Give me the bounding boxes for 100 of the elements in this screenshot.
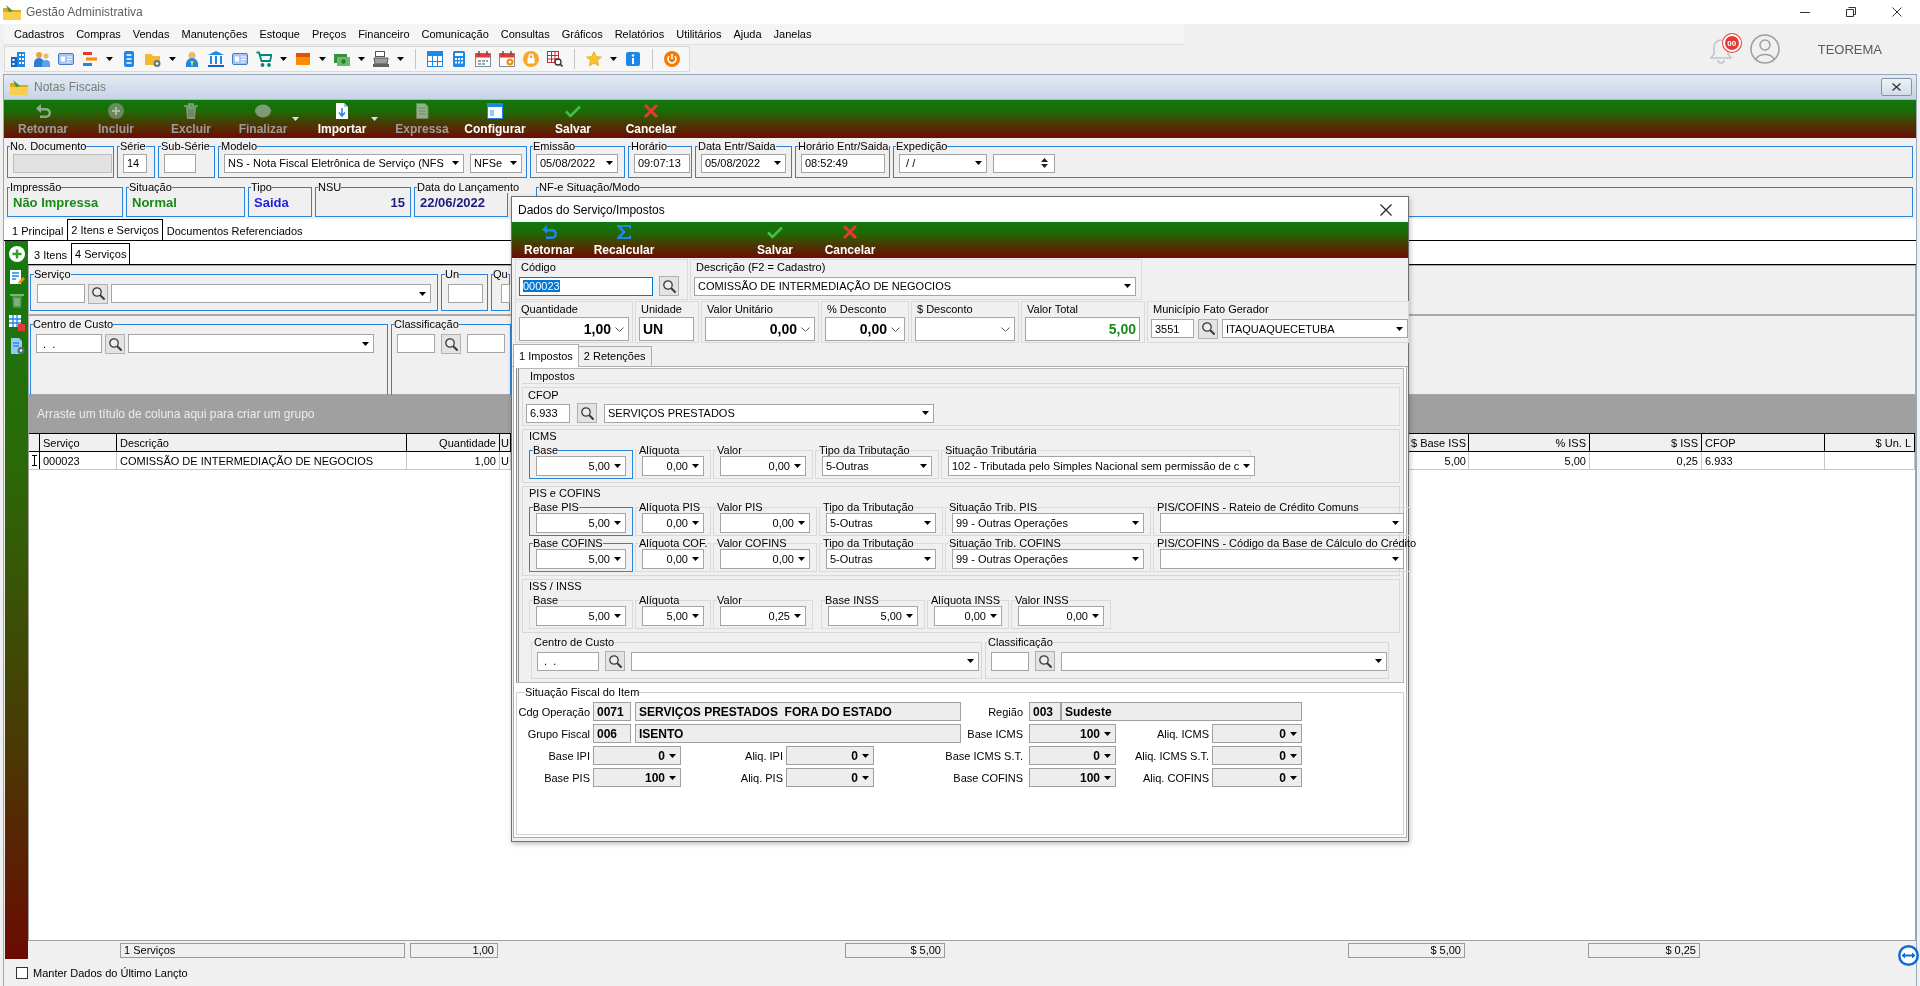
- user-icon[interactable]: [1749, 34, 1780, 64]
- spreadsheet-icon[interactable]: [427, 51, 443, 67]
- tab[interactable]: 2 Itens e Serviços: [67, 219, 163, 240]
- table-search-icon[interactable]: [547, 51, 563, 67]
- caret-icon[interactable]: [397, 57, 404, 61]
- cash-register-icon[interactable]: [373, 51, 389, 67]
- document-gear-icon[interactable]: [8, 338, 25, 354]
- menu-item[interactable]: Ajuda: [727, 28, 768, 40]
- dropdown-field[interactable]: ITAQUAQUECETUBA: [1222, 319, 1408, 338]
- dropdown-field[interactable]: 0,00: [1018, 605, 1104, 626]
- dropdown-field[interactable]: 5,00: [536, 605, 626, 626]
- cart-icon[interactable]: [256, 51, 272, 67]
- dropdown-field[interactable]: 0: [1212, 746, 1302, 765]
- dropdown-field[interactable]: [1160, 548, 1404, 569]
- input-field[interactable]: [501, 284, 510, 303]
- caret-icon[interactable]: [319, 57, 326, 61]
- checkbox[interactable]: [16, 967, 28, 979]
- calendar-gear-icon[interactable]: [499, 51, 515, 67]
- menu-item[interactable]: Consultas: [494, 28, 556, 40]
- caret-icon[interactable]: [280, 57, 287, 61]
- calendar-icon[interactable]: [475, 51, 491, 67]
- menu-item[interactable]: Janelas: [767, 28, 818, 40]
- input-field[interactable]: 3551: [1151, 319, 1194, 338]
- input-field[interactable]: [37, 284, 85, 303]
- dropdown-field[interactable]: 5-Outras: [822, 455, 932, 476]
- dropdown-field[interactable]: COMISSÃO DE INTERMEDIAÇÃO DE NEGOCIOS: [694, 276, 1136, 296]
- column-header[interactable]: CFOP: [1702, 434, 1825, 451]
- caret-icon[interactable]: [106, 57, 113, 61]
- dropdown-field[interactable]: 100: [593, 768, 681, 787]
- dropdown-field[interactable]: [128, 334, 374, 353]
- caret-icon[interactable]: [169, 57, 176, 61]
- dropdown-field[interactable]: 100: [1029, 768, 1116, 787]
- search-button[interactable]: [605, 651, 625, 671]
- id-card-icon[interactable]: [232, 51, 248, 67]
- input-field[interactable]: [397, 334, 435, 353]
- dropdown-field[interactable]: [1160, 512, 1404, 533]
- input-field[interactable]: UN: [639, 317, 694, 341]
- menu-item[interactable]: Manutenções: [175, 28, 254, 40]
- menu-item[interactable]: Estoque: [253, 28, 306, 40]
- menu-item[interactable]: Vendas: [126, 28, 176, 40]
- toolbar-button[interactable]: Salvar: [533, 100, 613, 138]
- person-icon[interactable]: [184, 51, 200, 67]
- input-field[interactable]: [991, 651, 1029, 671]
- column-header[interactable]: % ISS: [1469, 434, 1590, 451]
- input-field[interactable]: 6.933: [526, 403, 570, 423]
- column-header[interactable]: $ Un. L: [1825, 434, 1915, 451]
- trash-icon[interactable]: [8, 292, 25, 308]
- menu-item[interactable]: Financeiro: [352, 28, 416, 40]
- dropdown-field[interactable]: 99 - Outras Operações: [952, 548, 1144, 569]
- dropdown-field[interactable]: 05/08/2022: [536, 153, 618, 173]
- dropdown-field[interactable]: 0: [786, 768, 874, 787]
- dropdown-field[interactable]: 0: [1212, 724, 1302, 743]
- dropdown-field[interactable]: 5,00: [828, 605, 918, 626]
- dropdown-field[interactable]: 0,00: [934, 605, 1002, 626]
- menu-item[interactable]: Gráficos: [555, 28, 609, 40]
- tab[interactable]: 2 Retenções: [577, 346, 652, 366]
- dropdown-field[interactable]: 99 - Outras Operações: [952, 512, 1144, 533]
- dropdown-field[interactable]: 0: [786, 746, 874, 765]
- toolbar-button[interactable]: Cancelar: [814, 222, 886, 258]
- dropdown-field[interactable]: [1061, 651, 1387, 671]
- column-header[interactable]: Descrição: [117, 434, 407, 451]
- spin-field[interactable]: [993, 153, 1055, 173]
- box-icon[interactable]: [295, 51, 311, 67]
- input-field[interactable]: [448, 284, 483, 303]
- menu-item[interactable]: Utilitários: [670, 28, 728, 40]
- input-field[interactable]: . .: [537, 651, 599, 671]
- money-icon[interactable]: [334, 51, 350, 67]
- dropdown-field[interactable]: 102 - Tributada pelo Simples Nacional sem permissão de c: [948, 455, 1256, 476]
- dropdown-field[interactable]: 0: [1029, 746, 1116, 765]
- folder-gear-icon[interactable]: [145, 51, 161, 67]
- caret-icon[interactable]: [610, 57, 617, 61]
- search-button[interactable]: [1198, 318, 1218, 339]
- input-field[interactable]: 09:07:13: [634, 153, 690, 173]
- dropdown-field[interactable]: 5,00: [536, 455, 626, 476]
- calculator-icon[interactable]: [451, 51, 467, 67]
- dropdown-field[interactable]: NFSe: [470, 153, 522, 173]
- dropdown-field[interactable]: 0,00: [642, 455, 704, 476]
- dropdown-field[interactable]: 5,00: [642, 605, 704, 626]
- dropdown-field[interactable]: [915, 317, 1015, 341]
- input-field[interactable]: [164, 153, 196, 173]
- list-icon[interactable]: [82, 51, 98, 67]
- search-button[interactable]: [441, 334, 461, 354]
- dropdown-field[interactable]: 0,00: [642, 548, 704, 569]
- info-icon[interactable]: [625, 51, 641, 67]
- toolbar-button[interactable]: Recalcular: [586, 222, 662, 258]
- tab[interactable]: 4 Serviços: [71, 243, 131, 264]
- dropdown-field[interactable]: 5,00: [536, 512, 626, 533]
- input-field[interactable]: [467, 334, 505, 353]
- search-button[interactable]: [577, 403, 597, 423]
- star-icon[interactable]: [586, 51, 602, 67]
- dropdown-field[interactable]: 5,00: [536, 548, 626, 569]
- dropdown-field[interactable]: 0,00: [720, 455, 806, 476]
- column-header[interactable]: $ ISS: [1590, 434, 1702, 451]
- menu-item[interactable]: Compras: [70, 28, 127, 40]
- dropdown-field[interactable]: 5-Outras: [826, 548, 936, 569]
- dropdown-field[interactable]: 0: [1212, 768, 1302, 787]
- input-field[interactable]: 08:52:49: [801, 153, 885, 173]
- power-icon[interactable]: [664, 51, 680, 67]
- search-button[interactable]: [659, 276, 679, 296]
- menu-item[interactable]: Comunicação: [415, 28, 495, 40]
